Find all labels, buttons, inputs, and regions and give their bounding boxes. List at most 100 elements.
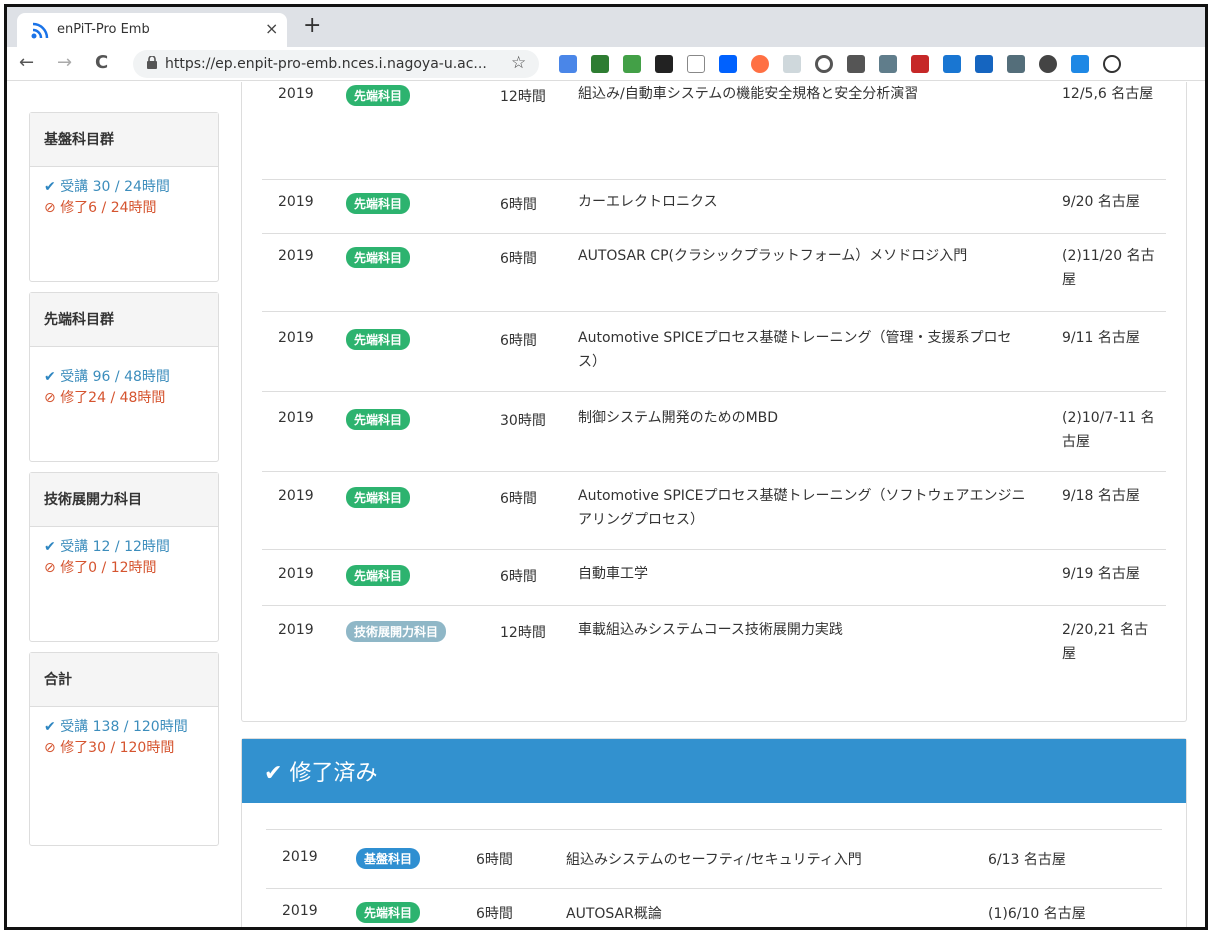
dropbox-extension-icon[interactable]: [719, 55, 737, 73]
category-badge: 先端科目: [356, 902, 421, 923]
course-row[interactable]: 2019 先端科目 30時間 制御システム開発のためのMBD (2)10/7-1…: [262, 409, 1166, 472]
course-row[interactable]: 2019 先端科目 6時間 Automotive SPICEプロセス基礎トレーニ…: [262, 329, 1166, 392]
category-badge: 先端科目: [346, 329, 411, 350]
course-year: 2019: [278, 330, 314, 346]
course-hours: 6時間: [500, 251, 537, 267]
course-hours: 6時間: [476, 906, 513, 922]
lock-icon: [147, 56, 157, 69]
taken-hours: ✔ 受講 96 / 48時間: [44, 369, 170, 385]
course-hours: 6時間: [500, 197, 537, 213]
category-badge: 先端科目: [346, 247, 411, 268]
course-date: 12/5,6 名古屋: [1062, 86, 1154, 102]
course-hours: 6時間: [500, 333, 537, 349]
sidebar-heading: 先端科目群: [30, 293, 218, 347]
course-year: 2019: [278, 566, 314, 582]
taken-hours: ✔ 受講 12 / 12時間: [44, 539, 170, 555]
no-entry-icon: ⊘: [44, 560, 61, 576]
completed-card: ✔ 修了済み 2019 基盤科目 6時間 組込みシステムのセーフティ/セキュリテ…: [241, 738, 1187, 927]
sidebar-heading: 基盤科目群: [30, 113, 218, 167]
evernote-extension-icon[interactable]: [623, 55, 641, 73]
course-date: 6/13 名古屋: [988, 852, 1066, 868]
course-hours: 6時間: [476, 852, 513, 868]
course-row[interactable]: 2019 技術展開力科目 12時間 車載組込みシステムコース技術展開力実践 2/…: [262, 621, 1166, 682]
course-row[interactable]: 2019 先端科目 6時間 AUTOSAR CP(クラシックプラットフォーム）メ…: [262, 247, 1166, 312]
profile-extension-icon[interactable]: [1103, 55, 1121, 73]
course-list-card: 2019 先端科目 12時間 組込み/自動車システムの機能安全規格と安全分析演習…: [241, 82, 1187, 722]
course-year: 2019: [278, 622, 314, 638]
course-hours: 6時間: [500, 491, 537, 507]
back-arrow-icon[interactable]: ←: [19, 52, 34, 73]
course-hours: 12時間: [500, 89, 546, 105]
new-tab-button[interactable]: +: [303, 13, 321, 38]
reader-extension-icon[interactable]: [655, 55, 673, 73]
category-badge: 基盤科目: [356, 848, 421, 869]
course-title: カーエレクトロニクス: [578, 194, 718, 210]
bookmark-star-icon[interactable]: ☆: [511, 53, 526, 73]
dictionary-extension-icon[interactable]: [591, 55, 609, 73]
course-date: 9/19 名古屋: [1062, 566, 1140, 582]
check-icon: ✔: [264, 761, 290, 786]
reload-icon[interactable]: C: [95, 52, 108, 73]
swirl-extension-icon[interactable]: [751, 55, 769, 73]
course-year: 2019: [282, 849, 318, 865]
course-title: 組込みシステムのセーフティ/セキュリティ入門: [566, 852, 862, 868]
course-year: 2019: [278, 410, 314, 426]
course-row[interactable]: 2019 先端科目 6時間 カーエレクトロニクス 9/20 名古屋: [262, 193, 1166, 234]
completed-hours: ⊘ 修了30 / 120時間: [44, 740, 175, 756]
check-icon: ✔: [44, 369, 61, 385]
course-year: 2019: [282, 903, 318, 919]
bookmark-extension-icon[interactable]: [911, 55, 929, 73]
course-hours: 12時間: [500, 625, 546, 641]
circle-extension-icon[interactable]: [815, 55, 833, 73]
course-date: (2)10/7-11 名古屋: [1062, 410, 1155, 450]
course-title: Automotive SPICEプロセス基礎トレーニング（ソフトウェアエンジニア…: [578, 488, 1026, 528]
taken-hours: ✔ 受講 30 / 24時間: [44, 179, 170, 195]
course-date: 9/20 名古屋: [1062, 194, 1140, 210]
course-year: 2019: [278, 86, 314, 102]
forward-arrow-icon[interactable]: →: [57, 52, 72, 73]
course-title: AUTOSAR概論: [566, 906, 662, 922]
course-date: 9/11 名古屋: [1062, 330, 1140, 346]
url-text: https://ep.enpit-pro-emb.nces.i.nagoya-u…: [165, 56, 487, 72]
course-date: 2/20,21 名古屋: [1062, 622, 1149, 662]
course-hours: 6時間: [500, 569, 537, 585]
course-row[interactable]: 2019 先端科目 6時間 Automotive SPICEプロセス基礎トレーニ…: [262, 487, 1166, 550]
trello-extension-icon[interactable]: [1071, 55, 1089, 73]
address-bar[interactable]: https://ep.enpit-pro-emb.nces.i.nagoya-u…: [133, 50, 539, 78]
divider: [266, 829, 1162, 830]
sidebar-card-sentan: 先端科目群 ✔ 受講 96 / 48時間 ⊘ 修了24 / 48時間: [29, 292, 219, 462]
browser-toolbar: ← → C https://ep.enpit-pro-emb.nces.i.na…: [7, 47, 1205, 81]
completed-row[interactable]: 2019 先端科目 6時間 AUTOSAR概論 (1)6/10 名古屋: [266, 902, 1162, 927]
completed-row[interactable]: 2019 基盤科目 6時間 組込みシステムのセーフティ/セキュリティ入門 6/1…: [266, 848, 1162, 889]
course-year: 2019: [278, 248, 314, 264]
course-year: 2019: [278, 194, 314, 210]
no-entry-icon: ⊘: [44, 200, 61, 216]
image-extension-icon[interactable]: [783, 55, 801, 73]
browser-tab[interactable]: enPiT-Pro Emb ×: [17, 13, 287, 47]
translate-extension-icon[interactable]: [559, 55, 577, 73]
completed-hours: ⊘ 修了0 / 12時間: [44, 560, 157, 576]
completed-heading: ✔ 修了済み: [242, 739, 1186, 803]
translate-box-extension-icon[interactable]: [1007, 55, 1025, 73]
course-row[interactable]: 2019 先端科目 6時間 自動車工学 9/19 名古屋: [262, 565, 1166, 606]
sidebar-card-gijutsu: 技術展開力科目 ✔ 受講 12 / 12時間 ⊘ 修了0 / 12時間: [29, 472, 219, 642]
course-date: (1)6/10 名古屋: [988, 906, 1086, 922]
sidebar-card-total: 合計 ✔ 受講 138 / 120時間 ⊘ 修了30 / 120時間: [29, 652, 219, 846]
calendar-extension-icon[interactable]: [943, 55, 961, 73]
close-tab-icon[interactable]: ×: [265, 19, 278, 38]
course-row[interactable]: 2019 先端科目 12時間 組込み/自動車システムの機能安全規格と安全分析演習…: [262, 85, 1166, 180]
link-extension-icon[interactable]: [1039, 55, 1057, 73]
sidebar-heading: 技術展開力科目: [30, 473, 218, 527]
drive-extension-icon[interactable]: [847, 55, 865, 73]
c-extension-icon[interactable]: [879, 55, 897, 73]
tab-title: enPiT-Pro Emb: [57, 22, 150, 37]
category-badge: 先端科目: [346, 193, 411, 214]
taken-hours: ✔ 受講 138 / 120時間: [44, 719, 188, 735]
category-badge: 先端科目: [346, 565, 411, 586]
completed-hours: ⊘ 修了6 / 24時間: [44, 200, 157, 216]
write-extension-icon[interactable]: [687, 55, 705, 73]
category-badge: 先端科目: [346, 487, 411, 508]
notification-extension-icon[interactable]: [975, 55, 993, 73]
course-title: 自動車工学: [578, 566, 648, 582]
course-date: (2)11/20 名古屋: [1062, 248, 1155, 288]
